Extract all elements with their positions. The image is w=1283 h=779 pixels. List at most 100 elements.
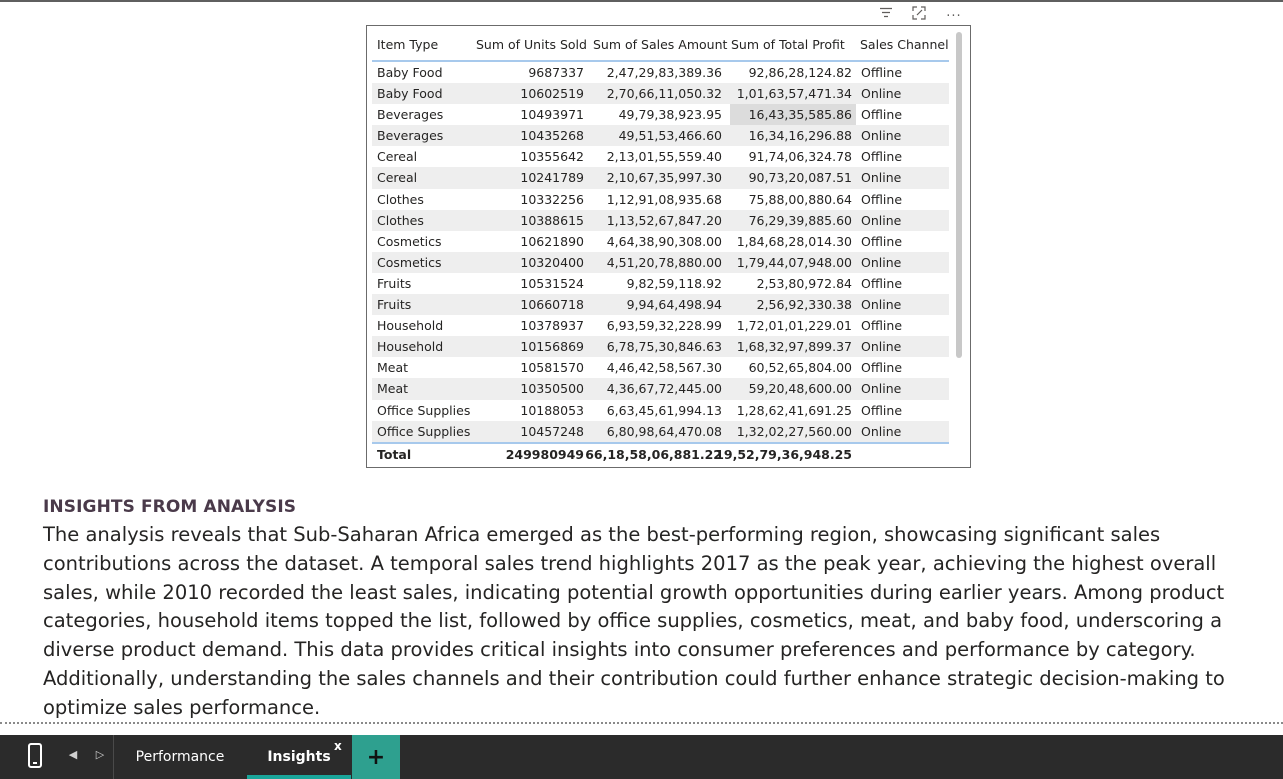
cell-sales-channel: Online — [861, 339, 902, 355]
tab-performance[interactable]: Performance — [114, 735, 246, 779]
tab-label: Insights — [267, 749, 331, 765]
cell-item-type: Baby Food — [377, 86, 443, 102]
mobile-layout-icon[interactable] — [28, 743, 42, 768]
table-row[interactable]: Cereal 10355642 2,13,01,55,559.40 91,74,06,… — [372, 146, 949, 167]
cell-total-profit: 16,43,35,585.86 — [748, 107, 852, 123]
cell-sales-channel: Online — [861, 170, 902, 186]
table-row[interactable]: Office Supplies 10457248 6,80,98,64,470.08… — [372, 420, 949, 442]
table-visual: Item Type Sum of Units Sold Sum of Sales… — [366, 25, 971, 468]
table-row[interactable]: Beverages 10435268 49,51,53,466.60 16,34,16… — [372, 125, 949, 147]
cell-sales-amount: 2,70,66,11,050.32 — [606, 86, 722, 102]
table-row[interactable]: Household 10378937 6,93,59,32,228.99 1,72,0… — [372, 315, 949, 336]
table-row[interactable]: Household 10156869 6,78,75,30,846.63 1,68,3… — [372, 336, 949, 358]
cell-item-type: Beverages — [377, 107, 444, 123]
cell-sales-amount: 4,64,38,90,308.00 — [606, 233, 722, 249]
cell-sales-channel: Online — [861, 128, 902, 144]
more-options-icon[interactable]: ... — [945, 4, 963, 22]
add-page-button[interactable]: + — [352, 735, 400, 779]
cell-sales-amount: 2,47,29,83,389.36 — [606, 65, 722, 80]
table-row[interactable]: Office Supplies 10188053 6,63,45,61,994.13… — [372, 400, 949, 421]
cell-sales-channel: Online — [861, 86, 902, 102]
total-units-sold: 249980949 — [505, 447, 584, 462]
cell-sales-channel: Offline — [861, 233, 903, 249]
total-sales-amount: 66,18,58,06,881.22 — [585, 447, 722, 462]
cell-total-profit: 1,68,32,97,899.37 — [736, 339, 852, 355]
cell-item-type: Cosmetics — [377, 233, 442, 249]
cell-item-type: Office Supplies — [377, 423, 471, 439]
tab-label: Performance — [135, 749, 225, 765]
table-row[interactable]: Clothes 10332256 1,12,91,08,935.68 75,88,00… — [372, 189, 949, 210]
table-row[interactable]: Clothes 10388615 1,13,52,67,847.20 76,29,39… — [372, 209, 949, 231]
table-row[interactable]: Beverages 10493971 49,79,38,923.95 16,43,35… — [372, 104, 949, 126]
cell-total-profit: 1,28,62,41,691.25 — [736, 402, 852, 418]
cell-sales-amount: 4,46,42,58,567.30 — [606, 360, 722, 376]
cell-units-sold: 10621890 — [520, 233, 584, 249]
cell-item-type: Fruits — [377, 275, 412, 291]
total-row: Total 249980949 66,18,58,06,881.22 19,52… — [372, 445, 949, 467]
cell-units-sold: 9687337 — [528, 65, 584, 80]
cell-total-profit: 1,32,02,27,560.00 — [736, 423, 852, 439]
cell-sales-amount: 1,13,52,67,847.20 — [606, 212, 722, 228]
cell-total-profit: 75,88,00,880.64 — [748, 191, 852, 207]
page-tabs-bar: ◀ ▷ Performance Insights x + — [0, 735, 1283, 779]
table-row[interactable]: Cereal 10241789 2,10,67,35,997.30 90,73,20,… — [372, 167, 949, 189]
cell-units-sold: 10581570 — [520, 360, 584, 376]
total-profit: 19,52,79,36,948.25 — [715, 447, 852, 462]
cell-item-type: Baby Food — [377, 65, 443, 80]
table-row[interactable]: Meat 10581570 4,46,42,58,567.30 60,52,65,80… — [372, 357, 949, 378]
cell-item-type: Household — [377, 339, 444, 355]
cell-sales-amount: 49,79,38,923.95 — [618, 107, 722, 123]
chevron-right-icon[interactable]: ▷ — [94, 748, 106, 764]
cell-units-sold: 10388615 — [520, 212, 584, 228]
cell-sales-channel: Offline — [861, 65, 903, 80]
cell-total-profit: 92,86,28,124.82 — [748, 65, 852, 80]
cell-units-sold: 10531524 — [520, 275, 584, 291]
chevron-left-icon[interactable]: ◀ — [67, 748, 79, 764]
cell-item-type: Meat — [377, 381, 409, 397]
table-row[interactable]: Baby Food 9687337 2,47,29,83,389.36 92,86,2… — [372, 62, 949, 83]
cell-sales-amount: 6,78,75,30,846.63 — [606, 339, 722, 355]
cell-sales-amount: 6,63,45,61,994.13 — [606, 402, 722, 418]
column-header-total-profit[interactable]: Sum of Total Profit — [731, 37, 845, 52]
cell-sales-channel: Online — [861, 297, 902, 313]
column-header-sales-amount[interactable]: Sum of Sales Amount — [593, 37, 727, 52]
table-header: Item Type Sum of Units Sold Sum of Sales… — [367, 26, 957, 62]
column-header-units-sold[interactable]: Sum of Units Sold — [476, 37, 587, 52]
cell-sales-amount: 4,51,20,78,880.00 — [606, 254, 722, 270]
cell-units-sold: 10602519 — [520, 86, 584, 102]
cell-sales-amount: 9,82,59,118.92 — [626, 275, 722, 291]
insights-title: INSIGHTS FROM ANALYSIS — [43, 497, 297, 517]
cell-item-type: Household — [377, 318, 444, 334]
cell-units-sold: 10493971 — [520, 107, 584, 123]
table-row[interactable]: Fruits 10531524 9,82,59,118.92 2,53,80,972.… — [372, 273, 949, 294]
cell-total-profit: 76,29,39,885.60 — [748, 212, 852, 228]
cell-total-profit: 1,84,68,28,014.30 — [736, 233, 852, 249]
column-header-item-type[interactable]: Item Type — [377, 37, 438, 52]
cell-units-sold: 10188053 — [520, 402, 584, 418]
cell-sales-amount: 49,51,53,466.60 — [618, 128, 722, 144]
cell-item-type: Clothes — [377, 212, 424, 228]
table-row[interactable]: Cosmetics 10320400 4,51,20,78,880.00 1,79,4… — [372, 251, 949, 273]
cell-units-sold: 10156869 — [520, 339, 584, 355]
cell-total-profit: 1,79,44,07,948.00 — [736, 254, 852, 270]
table-row[interactable]: Fruits 10660718 9,94,64,498.94 2,56,92,330.… — [372, 294, 949, 316]
cell-sales-amount: 9,94,64,498.94 — [626, 297, 722, 313]
cell-total-profit: 16,34,16,296.88 — [748, 128, 852, 144]
cell-total-profit: 60,52,65,804.00 — [748, 360, 852, 376]
cell-sales-amount: 6,80,98,64,470.08 — [606, 423, 722, 439]
cell-sales-channel: Offline — [861, 318, 903, 334]
cell-sales-amount: 6,93,59,32,228.99 — [606, 318, 722, 334]
close-tab-icon[interactable]: x — [334, 739, 342, 753]
filter-icon[interactable] — [877, 4, 895, 22]
cell-sales-channel: Offline — [861, 107, 903, 123]
cell-total-profit: 91,74,06,324.78 — [748, 149, 852, 165]
table-row[interactable]: Cosmetics 10621890 4,64,38,90,308.00 1,84,6… — [372, 231, 949, 252]
column-header-sales-channel[interactable]: Sales Channel — [860, 37, 949, 52]
vertical-scrollbar[interactable] — [956, 32, 962, 358]
table-row[interactable]: Meat 10350500 4,36,67,72,445.00 59,20,48,60… — [372, 378, 949, 400]
cell-sales-channel: Offline — [861, 402, 903, 418]
table-row[interactable]: Baby Food 10602519 2,70,66,11,050.32 1,01,6… — [372, 83, 949, 105]
focus-mode-icon[interactable] — [910, 4, 928, 22]
cell-total-profit: 1,01,63,57,471.34 — [736, 86, 852, 102]
cell-units-sold: 10350500 — [520, 381, 584, 397]
